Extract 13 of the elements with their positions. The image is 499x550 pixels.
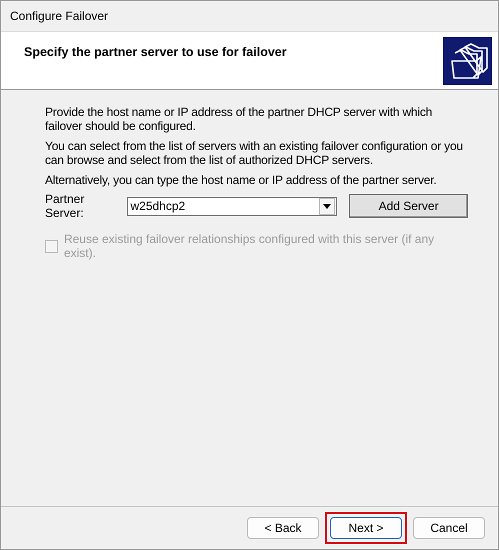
instruction-text: Provide the host name or IP address of the partner DHCP server with which failover should be configured.	[45, 105, 434, 133]
instruction-text: You can select from the list of servers with an existing failover configuration or you can browse and select from the list of authorized DHCP servers.	[45, 139, 464, 167]
add-server-button[interactable]: Add Server	[349, 194, 468, 218]
partner-server-combo[interactable]: w25dhcp2	[127, 196, 338, 216]
wizard-button[interactable]: < Back	[247, 517, 319, 539]
instruction-text: Alternatively, you can type the host name or IP address of the partner server.	[45, 173, 438, 187]
wizard-button[interactable]: Next >	[330, 517, 402, 539]
page-heading: Specify the partner server to use for failover	[24, 45, 287, 59]
checkbox-label: Reuse existing failover relationships configured with this server (if any exist).	[64, 232, 436, 260]
wizard-button[interactable]: Cancel	[413, 517, 485, 539]
window-title: Configure Failover	[10, 9, 108, 23]
folders-icon	[443, 37, 492, 85]
field-label: Partner Server:	[45, 192, 86, 220]
